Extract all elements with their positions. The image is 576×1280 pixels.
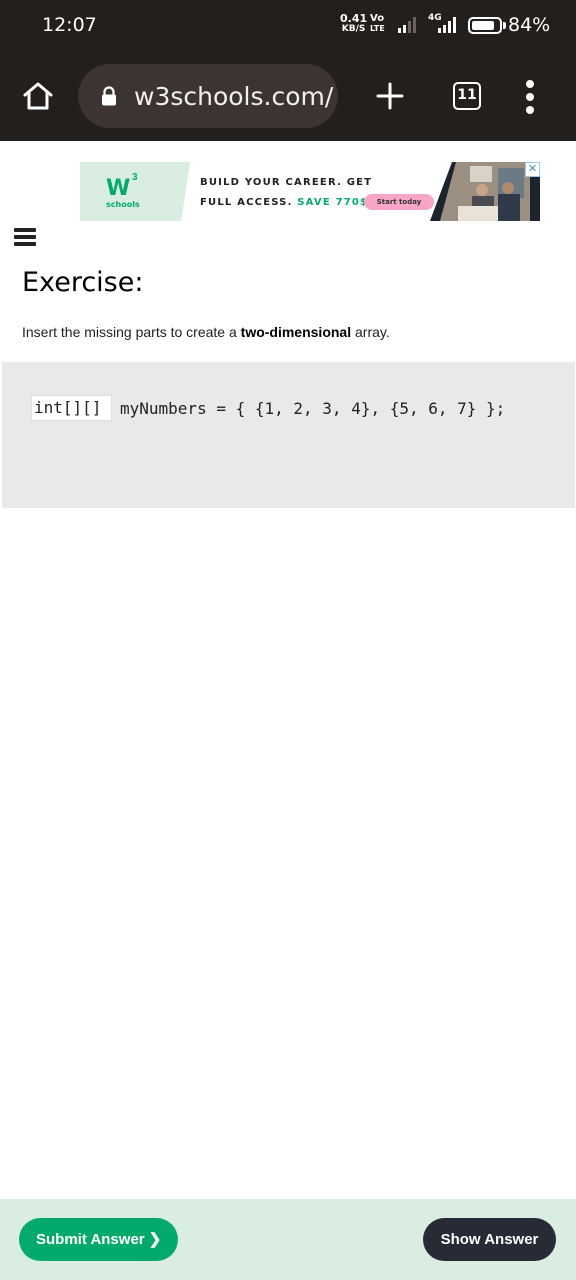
ad-cta-button[interactable]: Start today bbox=[364, 194, 434, 210]
volte-indicator: Vo LTE bbox=[370, 14, 385, 34]
volte-bottom-label: LTE bbox=[370, 24, 385, 33]
page-title: Exercise: bbox=[22, 267, 144, 298]
ad-logo-background bbox=[80, 162, 190, 221]
network-speed-value: 0.41 bbox=[340, 12, 368, 25]
address-bar[interactable]: w3schools.com/ bbox=[78, 64, 338, 128]
show-answer-button[interactable]: Show Answer bbox=[423, 1218, 556, 1261]
w3schools-logo-sup: 3 bbox=[132, 172, 138, 183]
volte-top-label: Vo bbox=[370, 13, 385, 24]
tab-switcher-button[interactable]: 11 bbox=[453, 82, 481, 110]
status-time: 12:07 bbox=[42, 14, 97, 36]
new-tab-icon[interactable] bbox=[374, 80, 406, 112]
browser-toolbar: w3schools.com/ 11 bbox=[0, 52, 576, 141]
w3schools-logo: W bbox=[106, 176, 130, 201]
battery-nub bbox=[503, 22, 506, 29]
w3schools-logo-name: schools bbox=[106, 200, 140, 209]
code-line: int[][] myNumbers = { {1, 2, 3, 4}, {5, 6… bbox=[31, 395, 505, 421]
ad-banner[interactable]: W 3 schools BUILD YOUR CAREER. GET FULL … bbox=[80, 162, 540, 221]
description-bold: two-dimensional bbox=[240, 324, 352, 340]
battery-icon bbox=[468, 17, 502, 34]
battery-percent: 84% bbox=[508, 14, 551, 36]
lock-icon bbox=[102, 86, 116, 106]
ad-line2-prefix: FULL ACCESS. bbox=[200, 197, 298, 208]
status-bar: 12:07 0.41 KB/S Vo LTE 4G 84% bbox=[0, 0, 576, 52]
network-speed: 0.41 KB/S bbox=[340, 12, 368, 34]
ad-line2-highlight: SAVE 770$ bbox=[297, 197, 369, 208]
answer-action-bar: Submit Answer ❯ Show Answer bbox=[0, 1199, 576, 1280]
code-text: myNumbers = { {1, 2, 3, 4}, {5, 6, 7} }; bbox=[120, 398, 506, 418]
ad-close-icon[interactable]: ✕ bbox=[525, 162, 540, 177]
signal-strength-icon bbox=[398, 17, 416, 33]
signal-strength-4g-icon bbox=[438, 17, 456, 33]
description-suffix: array. bbox=[351, 324, 390, 340]
network-speed-unit: KB/S bbox=[341, 24, 366, 34]
code-exercise-box: int[][] myNumbers = { {1, 2, 3, 4}, {5, 6… bbox=[2, 362, 575, 508]
answer-input[interactable]: int[][] bbox=[31, 395, 112, 421]
description-prefix: Insert the missing parts to create a bbox=[22, 324, 241, 340]
ad-photo bbox=[430, 162, 540, 221]
hamburger-menu-icon[interactable] bbox=[14, 228, 36, 246]
submit-answer-button[interactable]: Submit Answer ❯ bbox=[19, 1218, 178, 1261]
more-options-icon[interactable] bbox=[520, 80, 540, 114]
home-icon[interactable] bbox=[20, 78, 56, 114]
ad-headline-line2: FULL ACCESS. SAVE 770$ bbox=[200, 197, 368, 208]
exercise-description: Insert the missing parts to create a two… bbox=[22, 324, 390, 340]
url-text: w3schools.com/ bbox=[134, 82, 334, 111]
ad-headline-line1: BUILD YOUR CAREER. GET bbox=[200, 177, 373, 188]
